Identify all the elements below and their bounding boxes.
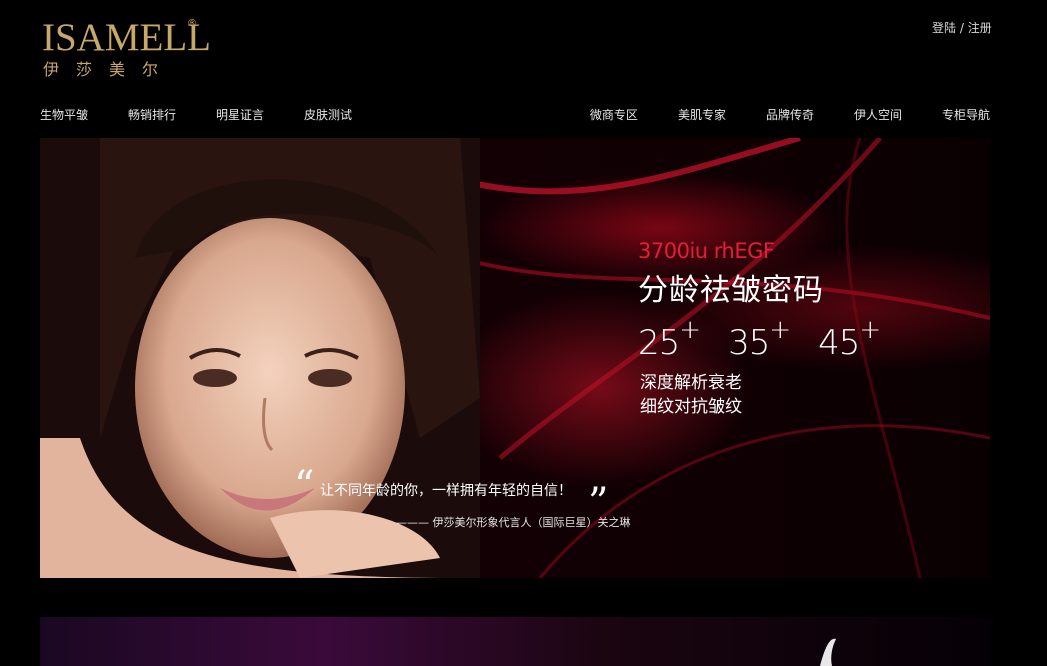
nav-item-wechat-business[interactable]: 微商专区 <box>590 106 638 123</box>
desc-line-1: 深度解析衰老 <box>640 373 742 393</box>
logo-registered-mark: ® <box>187 18 197 29</box>
headline-english: 3700iu rhEGF <box>638 239 775 263</box>
secondary-banner-graphic <box>820 638 836 666</box>
brand-logo[interactable]: ISAMELL ® 伊莎美尔 <box>40 16 211 80</box>
nav-item-bio-wrinkle[interactable]: 生物平皱 <box>40 106 88 123</box>
headline-chinese: 分龄祛皱密码 <box>638 273 824 308</box>
login-link[interactable]: 登陆 <box>932 21 956 35</box>
nav-item-brand-legend[interactable]: 品牌传奇 <box>766 106 814 123</box>
nav-item-bestsellers[interactable]: 畅销排行 <box>128 106 176 123</box>
quote-attribution: ——— 伊莎美尔形象代言人（国际巨星）关之琳 <box>396 516 631 529</box>
age-group-25: 25+ <box>638 315 701 363</box>
desc-line-2: 细纹对抗皱纹 <box>640 397 742 417</box>
auth-links: 登陆 / 注册 <box>932 19 992 36</box>
register-link[interactable]: 注册 <box>968 21 992 35</box>
nav-item-skin-test[interactable]: 皮肤测试 <box>304 106 352 123</box>
logo-chinese-name: 伊莎美尔 <box>43 60 176 79</box>
open-quote-mark: “ <box>294 463 315 509</box>
main-nav-left: 生物平皱 畅销排行 明星证言 皮肤测试 <box>40 106 392 123</box>
hero-banner[interactable]: 3700iu rhEGF 分龄祛皱密码 25+ 35+ 45+ 深度解析衰老 细… <box>40 138 990 578</box>
age-group-35: 35+ <box>728 315 791 363</box>
nav-item-lady-space[interactable]: 伊人空间 <box>854 106 902 123</box>
age-group-45: 45+ <box>818 315 881 363</box>
logo-text: ISAMELL <box>42 16 211 59</box>
nav-item-celebrity-testimony[interactable]: 明星证言 <box>216 106 264 123</box>
auth-separator: / <box>956 21 968 35</box>
testimonial-quote: 让不同年龄的你，一样拥有年轻的自信！ <box>320 483 572 499</box>
main-nav-right: 微商专区 美肌专家 品牌传奇 伊人空间 专柜导航 <box>550 106 990 123</box>
banner-description: 深度解析衰老 细纹对抗皱纹 <box>640 371 742 419</box>
nav-item-beauty-experts[interactable]: 美肌专家 <box>678 106 726 123</box>
nav-item-store-locator[interactable]: 专柜导航 <box>942 106 990 123</box>
secondary-banner[interactable] <box>40 617 990 666</box>
spokesperson-portrait-image <box>40 138 480 578</box>
age-groups: 25+ 35+ 45+ <box>638 315 908 363</box>
